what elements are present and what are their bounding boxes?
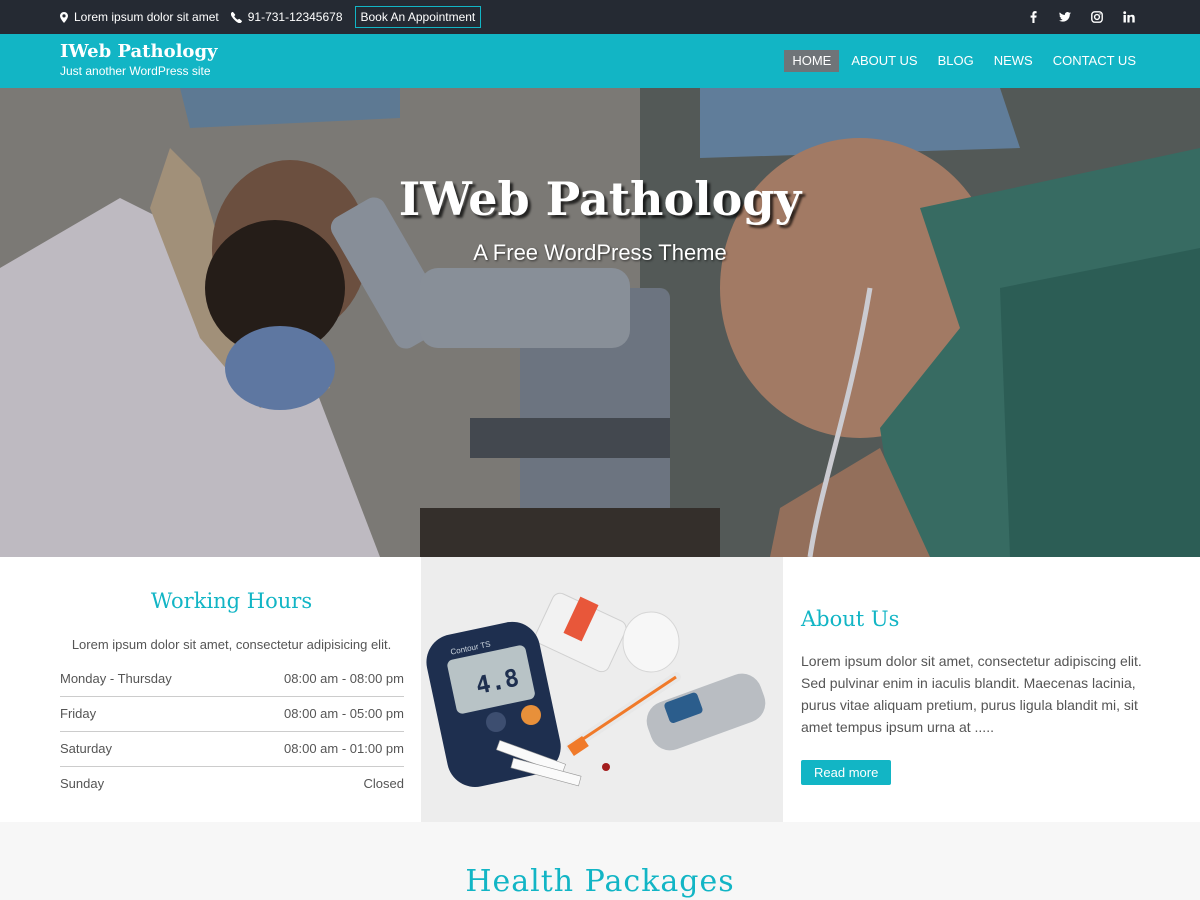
hero-subtitle: A Free WordPress Theme — [473, 240, 727, 265]
working-hours-section: Working Hours Lorem ipsum dolor sit amet… — [0, 557, 421, 822]
main-navigation: HOME ABOUT US BLOG NEWS CONTACT US — [780, 50, 1144, 72]
hero-overlay — [0, 88, 1200, 557]
day-label: Monday - Thursday — [60, 661, 226, 697]
site-branding: IWeb Pathology Just another WordPress si… — [60, 42, 217, 79]
medical-equipment-image: 4.8 Contour TS — [421, 557, 783, 822]
hero-banner: IWeb Pathology A Free WordPress Theme — [0, 88, 1200, 557]
time-value: 08:00 am - 08:00 pm — [225, 661, 404, 697]
working-hours-table: Monday - Thursday 08:00 am - 08:00 pm Fr… — [60, 661, 404, 801]
facebook-icon[interactable] — [1026, 10, 1040, 24]
health-packages-title: Health Packages — [465, 864, 735, 899]
book-appointment-button[interactable]: Book An Appointment — [354, 6, 482, 28]
nav-item-blog[interactable]: BLOG — [930, 50, 982, 72]
address-text: Lorem ipsum dolor sit amet — [74, 10, 219, 24]
table-row: Saturday 08:00 am - 01:00 pm — [60, 731, 404, 767]
about-us-section: About Us Lorem ipsum dolor sit amet, con… — [783, 557, 1200, 822]
table-row: Monday - Thursday 08:00 am - 08:00 pm — [60, 661, 404, 697]
site-header: IWeb Pathology Just another WordPress si… — [0, 34, 1200, 88]
site-tagline: Just another WordPress site — [60, 64, 211, 78]
day-label: Sunday — [60, 776, 105, 792]
nav-item-about-us[interactable]: ABOUT US — [843, 50, 925, 72]
phone-icon — [230, 11, 242, 23]
table-row: Friday 08:00 am - 05:00 pm — [60, 696, 404, 732]
nav-item-contact-us[interactable]: CONTACT US — [1045, 50, 1144, 72]
nav-item-news[interactable]: NEWS — [986, 50, 1041, 72]
medical-equipment-illustration: 4.8 Contour TS — [421, 557, 783, 822]
time-value: 08:00 am - 05:00 pm — [225, 696, 404, 732]
twitter-icon[interactable] — [1058, 10, 1072, 24]
read-more-button[interactable]: Read more — [801, 760, 892, 785]
working-hours-intro: Lorem ipsum dolor sit amet, consectetur … — [71, 637, 392, 652]
table-row: Sunday Closed — [60, 766, 404, 801]
health-packages-section: Health Packages — [0, 822, 1200, 900]
time-value: 08:00 am - 01:00 pm — [225, 731, 404, 767]
site-title[interactable]: IWeb Pathology — [60, 42, 217, 62]
map-marker-icon — [60, 11, 68, 23]
about-us-text: Lorem ipsum dolor sit amet, consectetur … — [801, 653, 1142, 735]
top-bar: Lorem ipsum dolor sit amet 91-731-123456… — [0, 0, 1200, 34]
nav-item-home[interactable]: HOME — [784, 50, 840, 72]
instagram-icon[interactable] — [1090, 10, 1104, 24]
address-info: Lorem ipsum dolor sit amet — [60, 10, 219, 24]
about-us-title: About Us — [801, 607, 900, 631]
working-hours-title: Working Hours — [150, 589, 313, 613]
day-label: Saturday — [60, 731, 226, 767]
phone-text: 91-731-12345678 — [247, 10, 343, 24]
hero-title: IWeb Pathology — [398, 172, 802, 226]
phone-info: 91-731-12345678 — [230, 10, 343, 24]
day-label: Friday — [60, 696, 226, 732]
social-links — [1026, 0, 1136, 34]
linkedin-icon[interactable] — [1122, 10, 1136, 24]
time-value: Closed — [363, 776, 404, 792]
